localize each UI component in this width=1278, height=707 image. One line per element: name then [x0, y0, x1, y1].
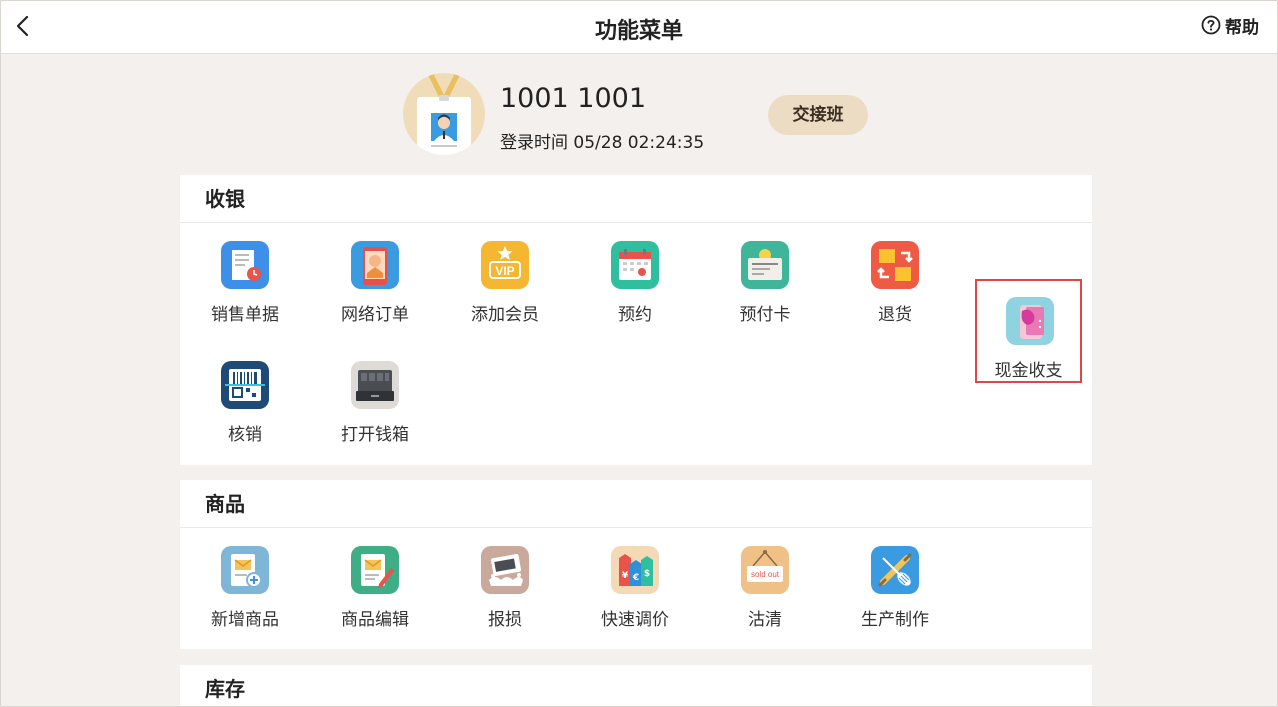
production-tools-icon — [871, 546, 919, 594]
menu-item-label: 添加会员 — [471, 305, 539, 325]
menu-item-production[interactable]: 生产制作 — [840, 528, 950, 632]
calendar-icon — [611, 241, 659, 289]
cash-payment-icon — [1006, 297, 1054, 345]
prepaid-card-icon — [741, 241, 789, 289]
yuan-symbol: ¥ — [622, 571, 629, 581]
menu-item-add-product[interactable]: 新增商品 — [190, 528, 300, 632]
menu-item-label: 生产制作 — [861, 610, 929, 630]
menu-item-open-cash-drawer[interactable]: 打开钱箱 — [320, 343, 430, 447]
menu-item-return[interactable]: 退货 — [840, 223, 950, 327]
menu-item-sales-receipt[interactable]: 销售单据 — [190, 223, 300, 327]
vip-text: VIP — [495, 264, 514, 278]
section-cashier: 收银 销售单据 网络订单 VIP 添加会员 预约 预付卡 退货 现金收支 核销 … — [180, 175, 1092, 465]
menu-item-label: 网络订单 — [341, 305, 409, 325]
menu-item-label: 快速调价 — [601, 610, 669, 630]
menu-item-label: 打开钱箱 — [341, 425, 409, 445]
id-badge-icon — [417, 73, 471, 155]
question-circle-icon — [1201, 15, 1221, 35]
section-inventory: 库存 — [180, 665, 1092, 706]
section-title-cashier: 收银 — [180, 175, 1092, 223]
menu-item-label: 新增商品 — [211, 610, 279, 630]
menu-item-label: 退货 — [878, 305, 912, 325]
cash-drawer-icon — [351, 361, 399, 409]
edit-product-icon — [351, 546, 399, 594]
menu-item-quick-reprice[interactable]: ¥ € $ 快速调价 — [580, 528, 690, 632]
menu-item-label: 核销 — [228, 425, 262, 445]
top-bar: 功能菜单 帮助 — [1, 1, 1277, 54]
vip-member-icon: VIP — [481, 241, 529, 289]
menu-item-label: 沽清 — [748, 610, 782, 630]
section-title-inventory: 库存 — [205, 677, 245, 701]
return-goods-icon — [871, 241, 919, 289]
menu-item-label: 商品编辑 — [341, 610, 409, 630]
euro-symbol: € — [632, 573, 639, 583]
menu-item-add-member[interactable]: VIP 添加会员 — [450, 223, 560, 327]
user-name: 1001 1001 — [500, 83, 647, 114]
menu-item-appointment[interactable]: 预约 — [580, 223, 690, 327]
menu-item-label: 销售单据 — [211, 305, 279, 325]
app-window: 功能菜单 帮助 1001 1001 登录时间 05/28 02:24:35 交接… — [0, 0, 1278, 707]
user-profile: 1001 1001 登录时间 05/28 02:24:35 交接班 — [403, 73, 883, 157]
sold-out-icon: sold out — [741, 546, 789, 594]
page-title: 功能菜单 — [594, 19, 683, 44]
avatar — [403, 73, 485, 155]
damage-report-icon — [481, 546, 529, 594]
help-button[interactable]: 帮助 — [1201, 14, 1259, 38]
menu-item-prepaid-card[interactable]: 预付卡 — [710, 223, 820, 327]
barcode-scan-icon — [221, 361, 269, 409]
section-goods: 商品 新增商品 商品编辑 报损 ¥ € $ 快速调价 sold out 沽清 生… — [180, 480, 1092, 649]
add-product-icon — [221, 546, 269, 594]
menu-item-edit-product[interactable]: 商品编辑 — [320, 528, 430, 632]
menu-item-sold-out[interactable]: sold out 沽清 — [710, 528, 820, 632]
section-title-goods: 商品 — [180, 480, 1092, 528]
help-label: 帮助 — [1225, 17, 1259, 38]
login-time: 登录时间 05/28 02:24:35 — [500, 133, 705, 153]
menu-item-label: 报损 — [488, 610, 522, 630]
menu-item-online-order[interactable]: 网络订单 — [320, 223, 430, 327]
sales-receipt-icon — [221, 241, 269, 289]
shift-handover-button[interactable]: 交接班 — [768, 95, 868, 135]
menu-item-label: 现金收支 — [994, 361, 1063, 381]
online-order-icon — [351, 241, 399, 289]
price-tag-icon: ¥ € $ — [611, 546, 659, 594]
menu-item-cash-in-out[interactable]: 现金收支 — [975, 279, 1082, 383]
dollar-symbol: $ — [644, 569, 650, 579]
sold-out-text: sold out — [751, 570, 780, 579]
menu-item-damage-report[interactable]: 报损 — [450, 528, 560, 632]
menu-item-label: 预约 — [618, 305, 652, 325]
menu-item-verify[interactable]: 核销 — [190, 343, 300, 447]
menu-item-label: 预付卡 — [739, 305, 791, 325]
